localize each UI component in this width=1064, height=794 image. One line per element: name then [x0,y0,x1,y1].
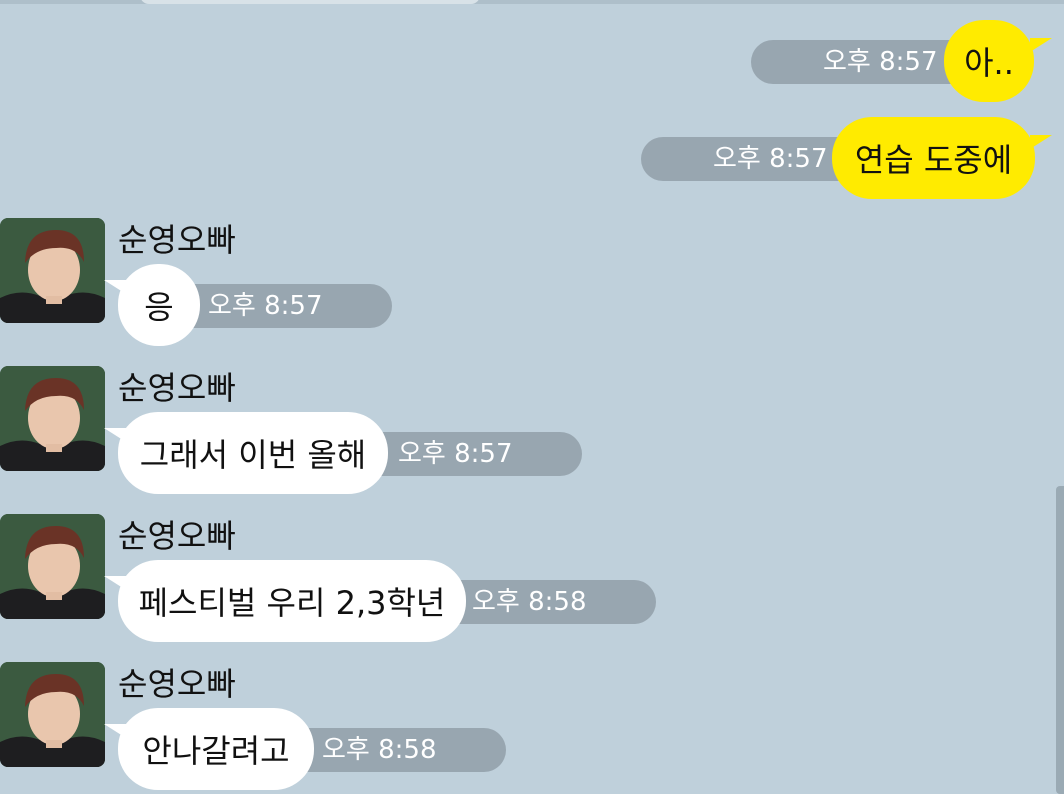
contact-avatar[interactable] [0,662,105,767]
sender-name: 순영오빠 [118,517,236,555]
message-bubble-received[interactable]: 응 [118,264,200,346]
message-bubble-sent[interactable]: 연습 도중에 [832,117,1035,199]
sender-name: 순영오빠 [118,665,236,703]
bubble-tail [104,428,126,442]
date-divider-pill [140,0,480,4]
message-text: 연습 도중에 [854,141,1013,179]
message-text: 아.. [964,44,1014,82]
sender-name: 순영오빠 [118,221,236,259]
message-bubble-received[interactable]: 그래서 이번 올해 [118,412,388,494]
message-text: 응 [144,288,174,326]
contact-avatar[interactable] [0,514,105,619]
message-bubble-sent[interactable]: 아.. [944,20,1034,102]
message-bubble-received[interactable]: 페스티벌 우리 2,3학년 [118,560,466,642]
message-text: 그래서 이번 올해 [139,436,367,474]
message-bubble-received[interactable]: 안나갈려고 [118,708,314,790]
bubble-tail [104,280,126,294]
message-text: 안나갈려고 [142,732,290,770]
bubble-tail [104,724,126,738]
message-text: 페스티벌 우리 2,3학년 [138,584,446,622]
sender-name: 순영오빠 [118,369,236,407]
bubble-tail [104,576,126,590]
contact-avatar[interactable] [0,366,105,471]
contact-avatar[interactable] [0,218,105,323]
scrollbar[interactable] [1056,486,1064,794]
bubble-tail [1030,135,1052,149]
bubble-tail [1030,38,1052,52]
